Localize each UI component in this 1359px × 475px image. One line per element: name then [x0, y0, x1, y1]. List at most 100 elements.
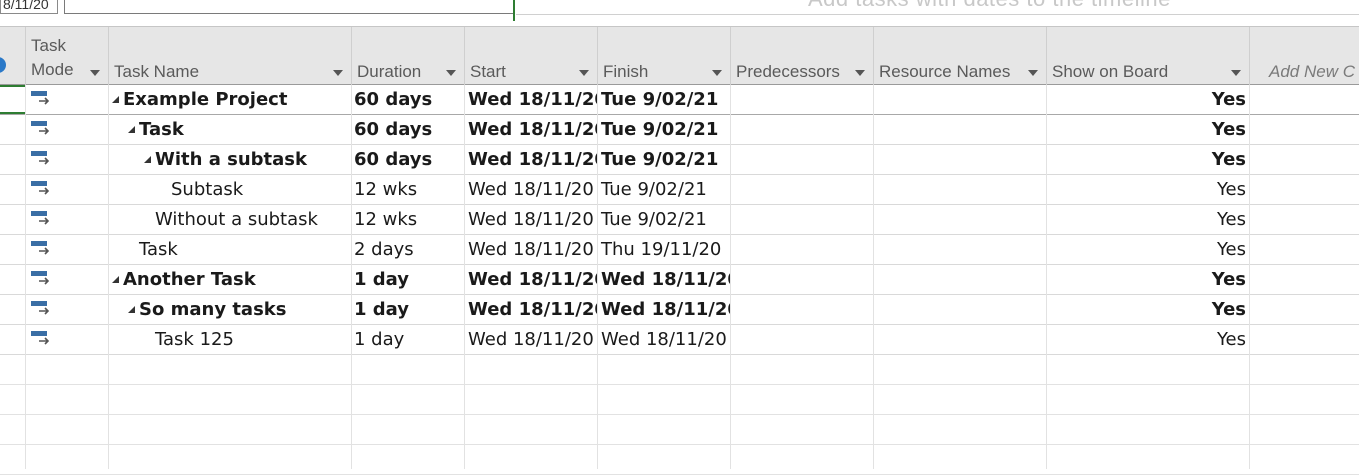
resource-names-cell[interactable] [874, 175, 1047, 204]
show-on-board-cell[interactable]: Yes [1047, 325, 1250, 354]
task-row[interactable]: Task 60 days Wed 18/11/20 Tue 9/02/21 Yes [0, 115, 1359, 145]
duration-cell[interactable]: 12 wks [352, 205, 465, 234]
task-row[interactable]: Task 2 days Wed 18/11/20 Thu 19/11/20 Yes [0, 235, 1359, 265]
show-on-board-cell[interactable]: Yes [1047, 265, 1250, 294]
task-name-cell[interactable]: With a subtask [109, 145, 352, 174]
chevron-down-icon[interactable] [712, 70, 722, 76]
add-new-column-cell[interactable] [1250, 175, 1359, 204]
column-header-start[interactable]: Start [465, 27, 598, 85]
duration-cell[interactable]: 60 days [352, 145, 465, 174]
finish-cell[interactable]: Thu 19/11/20 [598, 235, 731, 264]
task-name-cell[interactable]: Task 125 [109, 325, 352, 354]
column-header-indicators[interactable] [0, 27, 26, 85]
show-on-board-cell[interactable]: Yes [1047, 295, 1250, 324]
duration-cell[interactable]: 1 day [352, 325, 465, 354]
indicator-cell[interactable] [0, 325, 26, 354]
indicator-cell[interactable] [0, 265, 26, 294]
add-new-column-cell[interactable] [1250, 235, 1359, 264]
resource-names-cell[interactable] [874, 85, 1047, 114]
task-name-cell[interactable]: Subtask [109, 175, 352, 204]
predecessors-cell[interactable] [731, 205, 874, 234]
column-header-show-on-board[interactable]: Show on Board [1047, 27, 1250, 85]
add-new-column-cell[interactable] [1250, 325, 1359, 354]
column-header-task-name[interactable]: Task Name [109, 27, 352, 85]
task-row[interactable]: With a subtask 60 days Wed 18/11/20 Tue 9/0… [0, 145, 1359, 175]
finish-cell[interactable]: Tue 9/02/21 [598, 85, 731, 114]
task-row[interactable]: Another Task 1 day Wed 18/11/20 Wed 18/11/2… [0, 265, 1359, 295]
empty-row[interactable] [0, 415, 1359, 445]
collapse-triangle-icon[interactable] [144, 156, 151, 163]
collapse-triangle-icon[interactable] [128, 306, 135, 313]
add-new-column-cell[interactable] [1250, 85, 1359, 114]
task-mode-cell[interactable] [26, 265, 109, 294]
show-on-board-cell[interactable]: Yes [1047, 235, 1250, 264]
start-cell[interactable]: Wed 18/11/20 [465, 325, 598, 354]
task-name-cell[interactable]: Without a subtask [109, 205, 352, 234]
finish-cell[interactable]: Wed 18/11/20 [598, 265, 731, 294]
start-cell[interactable]: Wed 18/11/20 [465, 295, 598, 324]
column-header-task-mode[interactable]: Task Mode [26, 27, 109, 85]
task-name-cell[interactable]: Another Task [109, 265, 352, 294]
column-header-resource-names[interactable]: Resource Names [874, 27, 1047, 85]
resource-names-cell[interactable] [874, 205, 1047, 234]
task-row[interactable]: Subtask 12 wks Wed 18/11/20 Tue 9/02/21 Yes [0, 175, 1359, 205]
empty-row[interactable] [0, 445, 1359, 475]
indicator-cell[interactable] [0, 295, 26, 324]
timeline-bar[interactable] [64, 0, 515, 14]
finish-cell[interactable]: Tue 9/02/21 [598, 115, 731, 144]
collapse-triangle-icon[interactable] [112, 276, 119, 283]
column-header-add-new[interactable]: Add New C [1250, 27, 1359, 85]
predecessors-cell[interactable] [731, 325, 874, 354]
resource-names-cell[interactable] [874, 265, 1047, 294]
show-on-board-cell[interactable]: Yes [1047, 115, 1250, 144]
task-row[interactable]: Task 125 1 day Wed 18/11/20 Wed 18/11/20 Yes [0, 325, 1359, 355]
predecessors-cell[interactable] [731, 235, 874, 264]
indicator-cell[interactable] [0, 175, 26, 204]
indicator-cell[interactable] [0, 235, 26, 264]
chevron-down-icon[interactable] [855, 70, 865, 76]
resource-names-cell[interactable] [874, 115, 1047, 144]
indicator-cell[interactable] [0, 85, 26, 114]
finish-cell[interactable]: Wed 18/11/20 [598, 295, 731, 324]
add-new-column-cell[interactable] [1250, 265, 1359, 294]
task-name-cell[interactable]: So many tasks [109, 295, 352, 324]
collapse-triangle-icon[interactable] [128, 126, 135, 133]
task-mode-cell[interactable] [26, 295, 109, 324]
predecessors-cell[interactable] [731, 175, 874, 204]
show-on-board-cell[interactable]: Yes [1047, 85, 1250, 114]
start-cell[interactable]: Wed 18/11/20 [465, 85, 598, 114]
column-header-duration[interactable]: Duration [352, 27, 465, 85]
duration-cell[interactable]: 1 day [352, 265, 465, 294]
task-mode-cell[interactable] [26, 175, 109, 204]
task-name-cell[interactable]: Task [109, 235, 352, 264]
indicator-cell[interactable] [0, 205, 26, 234]
predecessors-cell[interactable] [731, 115, 874, 144]
duration-cell[interactable]: 2 days [352, 235, 465, 264]
show-on-board-cell[interactable]: Yes [1047, 205, 1250, 234]
task-mode-cell[interactable] [26, 325, 109, 354]
add-new-column-cell[interactable] [1250, 115, 1359, 144]
finish-cell[interactable]: Tue 9/02/21 [598, 205, 731, 234]
task-row[interactable]: So many tasks 1 day Wed 18/11/20 Wed 18/11/… [0, 295, 1359, 325]
add-new-column-cell[interactable] [1250, 145, 1359, 174]
chevron-down-icon[interactable] [446, 70, 456, 76]
column-header-predecessors[interactable]: Predecessors [731, 27, 874, 85]
task-row[interactable]: Example Project 60 days Wed 18/11/20 Tue 9/… [0, 85, 1359, 115]
show-on-board-cell[interactable]: Yes [1047, 145, 1250, 174]
start-cell[interactable]: Wed 18/11/20 [465, 265, 598, 294]
indicator-cell[interactable] [0, 115, 26, 144]
chevron-down-icon[interactable] [333, 70, 343, 76]
chevron-down-icon[interactable] [1028, 70, 1038, 76]
finish-cell[interactable]: Tue 9/02/21 [598, 175, 731, 204]
task-mode-cell[interactable] [26, 145, 109, 174]
task-name-cell[interactable]: Example Project [109, 85, 352, 114]
start-cell[interactable]: Wed 18/11/20 [465, 175, 598, 204]
start-cell[interactable]: Wed 18/11/20 [465, 145, 598, 174]
chevron-down-icon[interactable] [1231, 70, 1241, 76]
add-new-column-cell[interactable] [1250, 295, 1359, 324]
chevron-down-icon[interactable] [90, 70, 100, 76]
duration-cell[interactable]: 12 wks [352, 175, 465, 204]
chevron-down-icon[interactable] [579, 70, 589, 76]
add-new-column-cell[interactable] [1250, 205, 1359, 234]
column-header-finish[interactable]: Finish [598, 27, 731, 85]
